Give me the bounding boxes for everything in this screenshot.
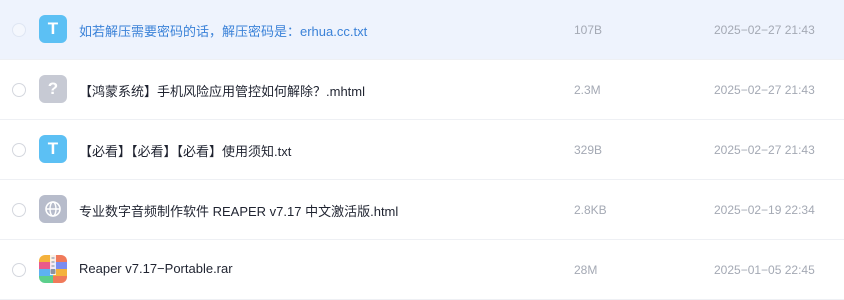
file-size: 107B: [574, 23, 603, 37]
text-file-icon: T: [39, 15, 67, 43]
file-name[interactable]: 【鸿蒙系统】手机风险应用管控如何解除？.mhtml: [79, 81, 365, 100]
file-size: 329B: [574, 143, 603, 157]
file-list: T 如若解压需要密码的话，解压密码是：erhua.cc.txt 107B 202…: [0, 0, 844, 300]
file-size: 2.8KB: [574, 203, 607, 217]
file-size: 2.3M: [574, 83, 601, 97]
file-row[interactable]: T 如若解压需要密码的话，解压密码是：erhua.cc.txt 107B 202…: [0, 0, 844, 60]
row-checkbox[interactable]: [12, 263, 26, 277]
text-file-icon: T: [39, 135, 67, 163]
file-date: 2025−02−27 21:43: [714, 23, 815, 37]
file-name[interactable]: 【必看】【必看】【必看】使用须知.txt: [79, 141, 291, 160]
file-row[interactable]: Reaper v7.17−Portable.rar 28M 2025−01−05…: [0, 240, 844, 300]
file-row[interactable]: 专业数字音频制作软件 REAPER v7.17 中文激活版.html 2.8KB…: [0, 180, 844, 240]
row-checkbox[interactable]: [12, 203, 26, 217]
file-name[interactable]: Reaper v7.17−Portable.rar: [79, 261, 233, 276]
file-date: 2025−02−19 22:34: [714, 203, 815, 217]
file-row[interactable]: T 【必看】【必看】【必看】使用须知.txt 329B 2025−02−27 2…: [0, 120, 844, 180]
file-size: 28M: [574, 263, 598, 277]
file-date: 2025−02−27 21:43: [714, 143, 815, 157]
unknown-file-icon: ?: [39, 75, 67, 103]
row-checkbox[interactable]: [12, 143, 26, 157]
file-date: 2025−02−27 21:43: [714, 83, 815, 97]
archive-icon: [39, 255, 67, 283]
file-date: 2025−01−05 22:45: [714, 263, 815, 277]
row-checkbox[interactable]: [12, 83, 26, 97]
globe-icon: [39, 195, 67, 223]
file-row[interactable]: ? 【鸿蒙系统】手机风险应用管控如何解除？.mhtml 2.3M 2025−02…: [0, 60, 844, 120]
file-name[interactable]: 如若解压需要密码的话，解压密码是：erhua.cc.txt: [79, 21, 367, 40]
file-name[interactable]: 专业数字音频制作软件 REAPER v7.17 中文激活版.html: [79, 201, 398, 220]
row-checkbox[interactable]: [12, 23, 26, 37]
